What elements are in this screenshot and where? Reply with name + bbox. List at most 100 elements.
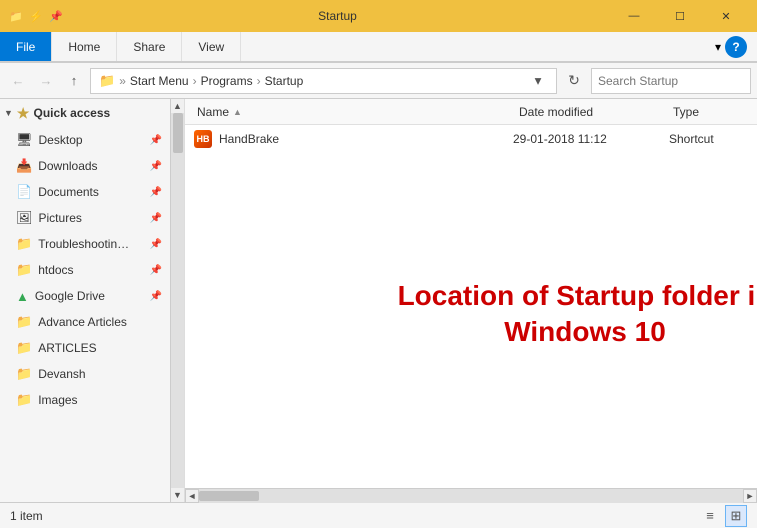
tab-share[interactable]: Share — [117, 32, 182, 61]
forward-button[interactable]: → — [34, 69, 58, 93]
refresh-button[interactable]: ↻ — [561, 68, 587, 94]
handbrake-file-icon: HB — [193, 129, 213, 149]
star-icon: ★ — [17, 105, 30, 122]
folder-icon: 📁 — [8, 8, 24, 24]
file-type-handbrake: Shortcut — [669, 132, 749, 146]
close-button[interactable]: ✕ — [703, 0, 749, 32]
col-header-date[interactable]: Date modified — [515, 99, 665, 124]
sidebar-articles-label: ARTICLES — [38, 341, 162, 355]
images-icon: 📁 — [16, 392, 32, 408]
overlay-line1: Location of Startup folder in — [398, 279, 757, 310]
googledrive-icon: ▲ — [16, 289, 29, 304]
devansh-icon: 📁 — [16, 366, 32, 382]
help-button[interactable]: ? — [725, 36, 747, 58]
ribbon-tabs: File Home Share View ▾ ? — [0, 32, 757, 62]
sidebar-downloads-label: Downloads — [38, 159, 143, 173]
htdocs-icon: 📁 — [16, 262, 32, 278]
pin-icon-desktop: 📌 — [150, 135, 162, 146]
item-count: 1 item — [10, 509, 43, 523]
tab-view[interactable]: View — [182, 32, 241, 61]
sidebar-item-troubleshoot[interactable]: 📁 Troubleshootin… 📌 — [0, 231, 170, 257]
breadcrumb-sep-1: » — [119, 74, 126, 88]
advance-icon: 📁 — [16, 314, 32, 330]
sidebar-item-documents[interactable]: 📄 Documents 📌 — [0, 179, 170, 205]
file-date-handbrake: 29-01-2018 11:12 — [513, 132, 663, 146]
pin-icon-googledrive: 📌 — [150, 291, 162, 302]
col-date-label: Date modified — [519, 105, 593, 119]
list-view-button[interactable]: ≡ — [699, 505, 721, 527]
sidebar-pictures-label: Pictures — [39, 211, 144, 225]
quick-access-label: Quick access — [33, 106, 110, 120]
quick-access-header[interactable]: ▼ ★ Quick access — [0, 99, 170, 127]
col-type-label: Type — [673, 105, 699, 119]
sidebar-images-label: Images — [38, 393, 162, 407]
detail-view-button[interactable]: ⊞ — [725, 505, 747, 527]
search-box: 🔍 — [591, 68, 751, 94]
hscroll-left-button[interactable]: ◄ — [185, 489, 199, 503]
window-title: Startup — [70, 9, 605, 23]
breadcrumb-startmenu[interactable]: Start Menu — [130, 74, 189, 88]
vscroll-thumb — [173, 113, 183, 153]
sidebar-item-articles[interactable]: 📁 ARTICLES — [0, 335, 170, 361]
breadcrumb-startup[interactable]: Startup — [265, 74, 304, 88]
file-row-handbrake[interactable]: HB HandBrake 29-01-2018 11:12 Shortcut — [185, 125, 757, 153]
sidebar-item-downloads[interactable]: 📥 Downloads 📌 — [0, 153, 170, 179]
breadcrumb-sep-3: › — [257, 74, 261, 88]
minimize-button[interactable]: — — [611, 0, 657, 32]
file-name-handbrake: HandBrake — [219, 132, 507, 146]
breadcrumb-dropdown-button[interactable]: ▾ — [528, 71, 548, 91]
sidebar-item-htdocs[interactable]: 📁 htdocs 📌 — [0, 257, 170, 283]
sidebar-item-devansh[interactable]: 📁 Devansh — [0, 361, 170, 387]
sidebar-devansh-label: Devansh — [38, 367, 162, 381]
pin-icon-documents: 📌 — [150, 187, 162, 198]
overlay-line2: Windows 10 — [504, 316, 666, 347]
sidebar-desktop-label: Desktop — [39, 133, 144, 147]
hscroll-right-button[interactable]: ► — [743, 489, 757, 503]
sidebar-htdocs-label: htdocs — [38, 263, 143, 277]
title-bar: 📁 ⚡ 📌 Startup — ☐ ✕ — [0, 0, 757, 32]
breadcrumb-sep-2: › — [193, 74, 197, 88]
sort-arrow-icon: ▲ — [233, 107, 242, 117]
breadcrumb[interactable]: 📁 » Start Menu › Programs › Startup ▾ — [90, 68, 557, 94]
col-header-type[interactable]: Type — [669, 99, 749, 124]
pictures-icon: 🖼 — [16, 210, 33, 226]
sidebar-item-pictures[interactable]: 🖼 Pictures 📌 — [0, 205, 170, 231]
breadcrumb-programs[interactable]: Programs — [201, 74, 253, 88]
search-input[interactable] — [598, 74, 753, 88]
window-controls: — ☐ ✕ — [611, 0, 749, 32]
back-button[interactable]: ← — [6, 69, 30, 93]
downloads-icon: 📥 — [16, 158, 32, 174]
col-header-name[interactable]: Name ▲ — [193, 99, 511, 124]
overlay-text: Location of Startup folder in Windows 10 — [395, 277, 757, 350]
column-headers: Name ▲ Date modified Type — [185, 99, 757, 125]
vscroll-track — [171, 113, 185, 488]
sidebar-item-advance[interactable]: 📁 Advance Articles — [0, 309, 170, 335]
hscroll-track — [199, 489, 743, 503]
tab-file[interactable]: File — [0, 32, 52, 61]
file-area: HB HandBrake 29-01-2018 11:12 Shortcut L… — [185, 125, 757, 488]
tab-home[interactable]: Home — [52, 32, 117, 61]
pin-icon: 📌 — [48, 8, 64, 24]
sidebar-documents-label: Documents — [38, 185, 143, 199]
maximize-button[interactable]: ☐ — [657, 0, 703, 32]
pin-icon-pictures: 📌 — [150, 213, 162, 224]
sidebar-googledrive-label: Google Drive — [35, 289, 144, 303]
hscroll-thumb — [199, 491, 259, 501]
sidebar-item-desktop[interactable]: 🖥 Desktop 📌 — [0, 127, 170, 153]
sidebar-advance-label: Advance Articles — [38, 315, 162, 329]
sidebar-item-googledrive[interactable]: ▲ Google Drive 📌 — [0, 283, 170, 309]
up-button[interactable]: ↑ — [62, 69, 86, 93]
ribbon: File Home Share View ▾ ? — [0, 32, 757, 63]
pin-icon-troubleshoot: 📌 — [150, 239, 162, 250]
title-bar-left-icons: 📁 ⚡ 📌 — [8, 8, 64, 24]
vscroll-up-button[interactable]: ▲ — [171, 99, 185, 113]
address-bar: ← → ↑ 📁 » Start Menu › Programs › Startu… — [0, 63, 757, 99]
chevron-down-icon: ▾ — [715, 40, 721, 54]
view-buttons: ≡ ⊞ — [699, 505, 747, 527]
sidebar: ▼ ★ Quick access 🖥 Desktop 📌 📥 Downloads… — [0, 99, 185, 502]
sidebar-inner: ▼ ★ Quick access 🖥 Desktop 📌 📥 Downloads… — [0, 99, 184, 502]
sidebar-item-images[interactable]: 📁 Images — [0, 387, 170, 413]
vscroll-down-button[interactable]: ▼ — [171, 488, 185, 502]
sidebar-scroll: ▼ ★ Quick access 🖥 Desktop 📌 📥 Downloads… — [0, 99, 170, 502]
ribbon-expand[interactable]: ▾ ? — [705, 32, 757, 61]
